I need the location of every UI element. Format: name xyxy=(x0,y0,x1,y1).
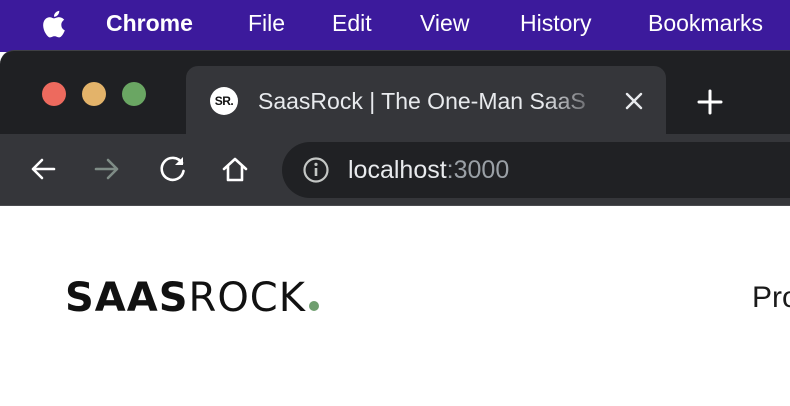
menu-view[interactable]: View xyxy=(420,10,469,36)
logo-dot-icon xyxy=(308,301,319,311)
menu-file[interactable]: File xyxy=(248,10,285,36)
forward-arrow-icon[interactable] xyxy=(92,154,122,184)
maximize-window-button[interactable] xyxy=(122,82,146,106)
url-host: localhost xyxy=(348,156,447,184)
home-icon[interactable] xyxy=(220,154,250,184)
active-tab[interactable]: SR. SaasRock | The One-Man SaaS xyxy=(186,66,666,135)
logo-text-rock: ROCK xyxy=(188,275,306,321)
browser-toolbar: localhost:3000 xyxy=(0,134,790,206)
saasrock-logo[interactable]: SAASROCK xyxy=(65,278,319,318)
new-tab-icon[interactable] xyxy=(696,88,724,116)
mac-menu-bar: Chrome File Edit View History Bookmarks xyxy=(0,0,790,46)
logo-text-saas: SAAS xyxy=(65,275,189,321)
url-text[interactable]: localhost:3000 xyxy=(348,155,509,185)
menu-app-chrome[interactable]: Chrome xyxy=(106,10,193,36)
menu-edit[interactable]: Edit xyxy=(332,10,372,36)
address-bar[interactable]: localhost:3000 xyxy=(282,142,790,198)
site-info-icon[interactable] xyxy=(302,156,330,184)
menu-bookmarks[interactable]: Bookmarks xyxy=(648,10,763,36)
tab-title: SaasRock | The One-Man SaaS xyxy=(258,88,586,114)
reload-icon[interactable] xyxy=(158,154,188,184)
saasrock-favicon-icon: SR. xyxy=(210,87,238,115)
menu-history[interactable]: History xyxy=(520,10,592,36)
page-content: SAASROCK Pro xyxy=(0,206,790,406)
url-port: :3000 xyxy=(446,156,510,184)
tab-strip: SR. SaasRock | The One-Man SaaS xyxy=(0,50,790,135)
apple-logo-icon[interactable] xyxy=(40,10,66,38)
close-window-button[interactable] xyxy=(42,82,66,106)
nav-item-partial[interactable]: Pro xyxy=(752,280,790,316)
minimize-window-button[interactable] xyxy=(82,82,106,106)
close-tab-icon[interactable] xyxy=(622,89,646,113)
back-arrow-icon[interactable] xyxy=(28,154,58,184)
